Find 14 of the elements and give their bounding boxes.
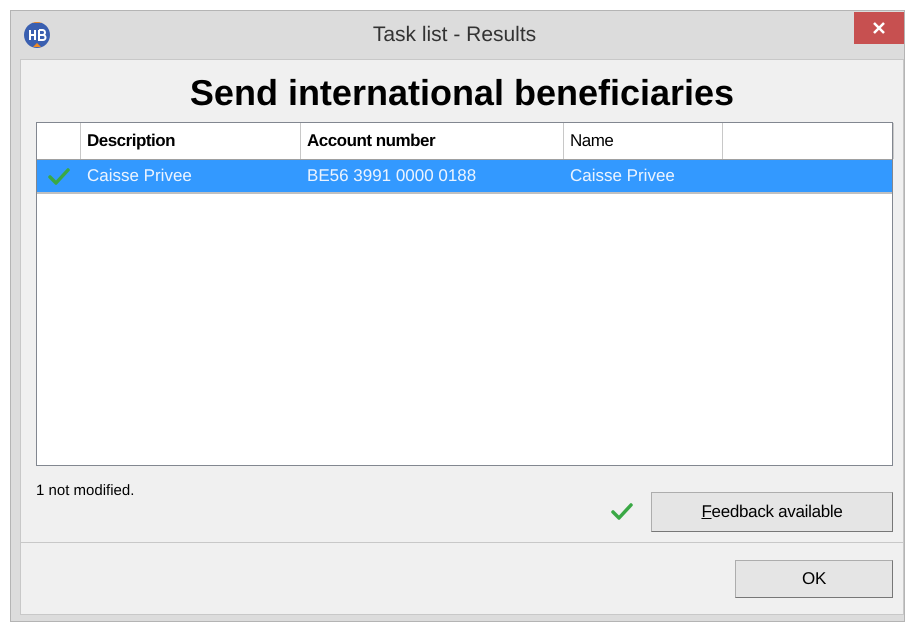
table-cell-text: Caisse Privee — [86, 165, 193, 187]
app-logo-icon — [23, 21, 51, 49]
table-cell-text: Caisse Privee — [569, 165, 676, 187]
ok-button[interactable]: OK — [735, 560, 893, 598]
close-icon — [872, 21, 886, 35]
page-heading: Send international beneficiaries — [188, 72, 736, 114]
window-title: Task list - Results — [372, 23, 538, 47]
table-cell-text: BE56 3991 0000 0188 — [306, 165, 478, 187]
column-header[interactable]: Name — [564, 123, 723, 159]
feedback-button[interactable]: Feedback available — [651, 492, 893, 532]
column-header[interactable]: Account number — [301, 123, 564, 159]
status-text: 1 not modified. — [36, 482, 134, 499]
close-button[interactable] — [854, 12, 904, 44]
column-header[interactable]: Description — [81, 123, 301, 159]
